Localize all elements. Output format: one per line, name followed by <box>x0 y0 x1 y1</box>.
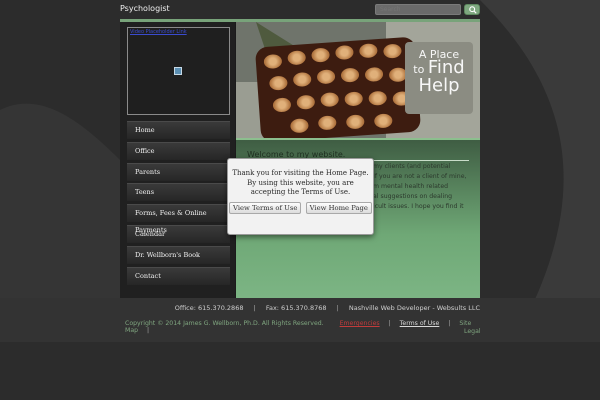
nav-item-office[interactable]: Office <box>127 141 230 160</box>
nav-item-parents[interactable]: Parents <box>127 162 230 181</box>
pillow-image <box>254 36 422 138</box>
sign-line3: Help <box>418 75 460 96</box>
footer-separator: | <box>448 320 451 327</box>
footer-separator <box>326 320 340 327</box>
view-terms-button[interactable]: View Terms of Use <box>229 201 302 214</box>
footer-developer-link[interactable]: Nashville Web Developer - Websults LLC <box>349 304 480 312</box>
nav-item-calendar[interactable]: Calendar <box>127 224 230 243</box>
footer-separator: | <box>388 320 391 327</box>
footer-separator: | <box>253 304 256 312</box>
search-input[interactable] <box>375 4 461 15</box>
modal-line3: accepting the Terms of Use. <box>250 188 351 196</box>
find-help-sign: A Place to Find Help <box>405 42 473 114</box>
top-bar: Psychologist <box>120 0 480 19</box>
video-placeholder-icon <box>174 67 182 75</box>
site-title[interactable]: Psychologist <box>120 4 170 13</box>
nav-item-book[interactable]: Dr. Wellborn's Book <box>127 245 230 264</box>
hero-image: A Place to Find Help <box>236 22 480 138</box>
search-icon <box>469 6 477 14</box>
footer-contact: Office: 615.370.2868 | Fax: 615.370.8768… <box>0 304 480 312</box>
footer-office: Office: 615.370.2868 <box>174 304 244 312</box>
terms-modal: Thank you for visiting the Home Page. By… <box>227 158 374 235</box>
view-home-button[interactable]: View Home Page <box>305 201 372 214</box>
footer-copyright: Copyright © 2014 James G. Wellborn, Ph.D… <box>125 320 324 327</box>
main-nav: Home Office Parents Teens Forms, Fees & … <box>127 121 230 287</box>
footer: Office: 615.370.2868 | Fax: 615.370.8768… <box>0 298 600 342</box>
footer-separator: | <box>336 304 339 312</box>
terms-link[interactable]: Terms of Use <box>400 320 440 327</box>
nav-item-forms-fees[interactable]: Forms, Fees & Online Payments <box>127 204 230 234</box>
modal-line1: Thank you for visiting the Home Page. <box>232 169 369 177</box>
legal-link[interactable]: Legal <box>464 328 481 335</box>
modal-message: Thank you for visiting the Home Page. By… <box>228 159 373 198</box>
sign-line2: to Find <box>405 59 473 77</box>
video-player[interactable]: Video Placeholder Link <box>127 27 230 115</box>
video-link[interactable]: Video Placeholder Link <box>130 29 187 35</box>
emergencies-link[interactable]: Emergencies <box>340 320 380 327</box>
modal-buttons: View Terms of Use View Home Page <box>228 201 373 214</box>
nav-item-home[interactable]: Home <box>127 121 230 139</box>
modal-line2: By using this website, you are <box>247 178 354 187</box>
footer-fax: Fax: 615.370.8768 <box>265 304 327 312</box>
sidebar: Video Placeholder Link Home Office Paren… <box>120 22 235 298</box>
footer-separator: | <box>147 327 150 334</box>
footer-links: Copyright © 2014 James G. Wellborn, Ph.D… <box>125 320 480 334</box>
search-button[interactable] <box>464 4 480 15</box>
nav-item-contact[interactable]: Contact <box>127 266 230 285</box>
nav-item-teens[interactable]: Teens <box>127 183 230 202</box>
